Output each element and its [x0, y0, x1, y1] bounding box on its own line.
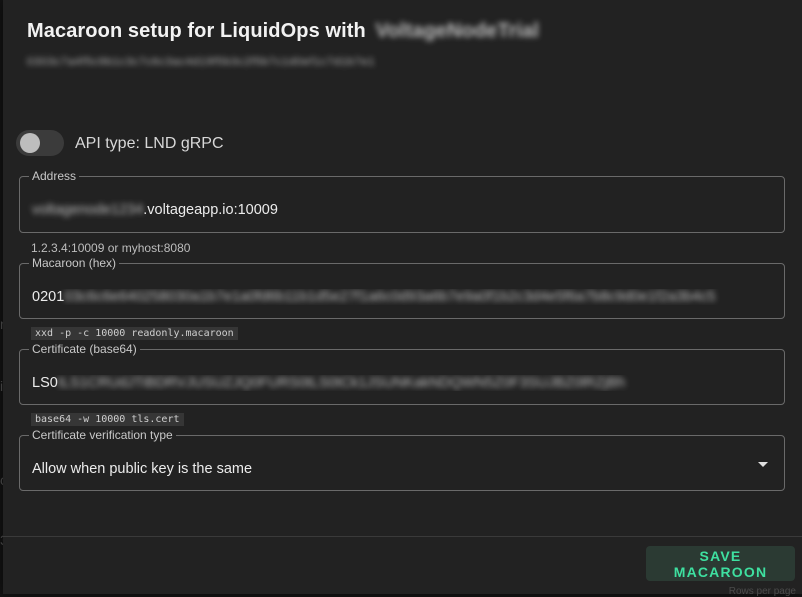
dialog-actions-divider [3, 536, 802, 537]
macaroon-prefix: 0201 [32, 289, 65, 305]
dialog-title: Macaroon setup for LiquidOps with Voltag… [27, 20, 539, 43]
macaroon-helper-command: xxd -p -c 10000 readonly.macaroon [31, 327, 238, 340]
address-host-redacted: voltagenode1234 [32, 202, 144, 218]
address-value[interactable]: voltagenode1234.voltageapp.io:10009 [32, 202, 278, 218]
macaroon-value[interactable]: 020103c6c6e640258030a1b7e1a0fd6b11b1d5e2… [32, 289, 774, 305]
certificate-label: Certificate (base64) [32, 342, 137, 356]
certificate-field[interactable]: Certificate (base64) LS0tLS1CRUdJTiBDRVJ… [19, 343, 785, 405]
node-name-redacted: VoltageNodeTrial [375, 20, 540, 42]
verification-type-select[interactable]: Certificate verification type Allow when… [19, 429, 785, 491]
address-host-suffix: .voltageapp.io:10009 [143, 202, 278, 218]
certificate-prefix: LS0 [32, 375, 58, 391]
macaroon-field[interactable]: Macaroon (hex) 020103c6c6e640258030a1b7e… [19, 257, 785, 319]
dialog-title-text: Macaroon setup for LiquidOps with [27, 20, 366, 42]
save-macaroon-button[interactable]: SAVE MACAROON [646, 546, 795, 581]
certificate-value[interactable]: LS0tLS1CRUdJTiBDRVJUSUZJQ0FURS0tLS0tCk1J… [32, 375, 774, 391]
node-pubkey-redacted: 0303c7a4f5c9b1c3c7c6c3ac4d19f5b3c2f5b7c1… [27, 56, 376, 68]
address-field[interactable]: Address voltagenode1234.voltageapp.io:10… [19, 170, 785, 233]
verification-type-label: Certificate verification type [32, 428, 173, 442]
chevron-down-icon[interactable] [758, 462, 768, 467]
certificate-redacted: tLS1CRUdJTiBDRVJUSUZJQ0FURS0tLS0tCk1JSUN… [57, 375, 626, 391]
toggle-thumb[interactable] [20, 133, 40, 153]
api-type-label: API type: LND gRPC [75, 135, 224, 152]
macaroon-redacted: 03c6c6e640258030a1b7e1a0fd6b11b1d5e27f1a… [64, 289, 716, 305]
macaroon-label: Macaroon (hex) [32, 256, 117, 270]
macaroon-setup-dialog: Macaroon setup for LiquidOps with Voltag… [3, 0, 802, 594]
address-helper-text: 1.2.3.4:10009 or myhost:8080 [31, 241, 191, 255]
certificate-helper-command: base64 -w 10000 tls.cert [31, 413, 184, 426]
verification-type-value[interactable]: Allow when public key is the same [32, 461, 252, 477]
api-type-toggle[interactable] [16, 129, 64, 157]
address-label: Address [32, 169, 77, 183]
backdrop-footer-text: Rows per page [728, 586, 796, 597]
